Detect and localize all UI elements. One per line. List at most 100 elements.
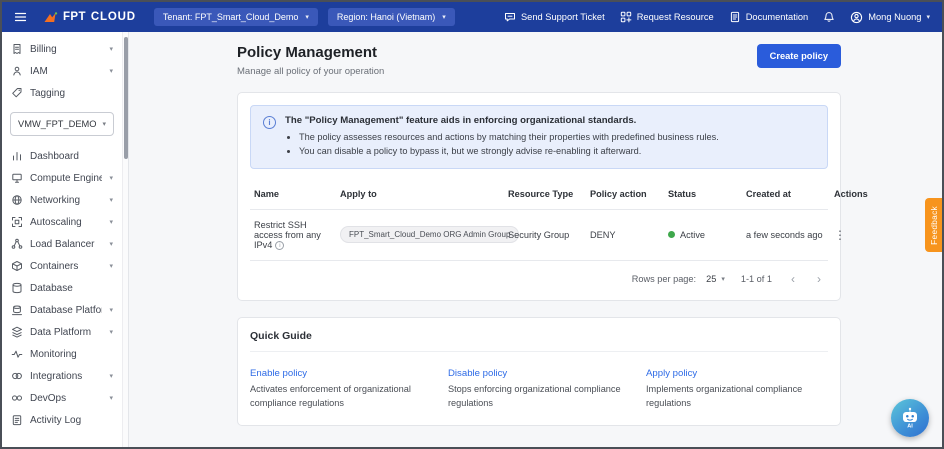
quick-guide-item: Apply policy Implements organizational c… — [646, 363, 828, 411]
monitoring-pulse-icon — [11, 348, 23, 360]
info-box-bullets: The policy assesses resources and action… — [299, 130, 719, 159]
hamburger-menu-icon[interactable] — [14, 11, 27, 23]
sidebar-item-label: IAM — [30, 66, 102, 77]
feedback-label: Feedback — [929, 206, 939, 245]
documentation-icon — [729, 11, 741, 23]
sidebar-item-database[interactable]: Database — [2, 277, 122, 299]
project-selector[interactable]: VMW_FPT_DEMO ▾ — [10, 112, 114, 136]
pagination-next-icon[interactable]: › — [814, 272, 824, 286]
info-box: i The "Policy Management" feature aids i… — [250, 105, 828, 169]
activity-log-icon — [11, 414, 23, 426]
sidebar-item-activity-log[interactable]: Activity Log — [2, 409, 122, 431]
billing-icon — [11, 43, 23, 55]
request-resource-icon — [620, 11, 632, 23]
sidebar-item-monitoring[interactable]: Monitoring — [2, 343, 122, 365]
user-avatar-icon — [850, 11, 863, 24]
disable-policy-link[interactable]: Disable policy — [448, 368, 507, 379]
sidebar-item-label: Monitoring — [30, 349, 113, 360]
caret-down-icon: ▾ — [305, 14, 309, 21]
table-row: Restrict SSH access from any IPv4i FPT_S… — [250, 210, 828, 262]
sidebar-item-integrations[interactable]: Integrations ▾ — [2, 365, 122, 387]
chevron-down-icon: ▾ — [109, 45, 113, 53]
sidebar-item-database-platform[interactable]: Database Platform ▾ — [2, 299, 122, 321]
request-resource-link[interactable]: Request Resource — [620, 11, 714, 23]
table-header-row: Name Apply to Resource Type Policy actio… — [250, 179, 828, 210]
caret-down-icon: ▾ — [721, 276, 725, 283]
column-header-created-at: Created at — [746, 189, 828, 199]
info-bullet: The policy assesses resources and action… — [299, 130, 719, 144]
sidebar-item-load-balancer[interactable]: Load Balancer ▾ — [2, 233, 122, 255]
column-header-name: Name — [254, 189, 334, 199]
sidebar-item-label: Containers — [30, 261, 102, 272]
tenant-selector[interactable]: Tenant: FPT_Smart_Cloud_Demo ▾ — [154, 8, 318, 26]
autoscaling-icon — [11, 216, 23, 228]
sidebar-item-label: Database — [30, 283, 113, 294]
apply-policy-link[interactable]: Apply policy — [646, 368, 697, 379]
fpt-logo-icon — [43, 11, 58, 24]
row-actions-kebab-icon[interactable]: ⋮ — [834, 228, 856, 242]
info-bullet: You can disable a policy to bypass it, b… — [299, 144, 719, 158]
containers-box-icon — [11, 260, 23, 272]
rows-per-page-select[interactable]: 25 ▾ — [706, 274, 725, 284]
sidebar-item-iam[interactable]: IAM ▾ — [2, 60, 122, 82]
create-policy-button[interactable]: Create policy — [757, 44, 841, 68]
policy-card: i The "Policy Management" feature aids i… — [237, 92, 841, 301]
column-header-policy-action: Policy action — [590, 189, 662, 199]
feedback-tab[interactable]: Feedback — [925, 198, 942, 252]
ai-button-label: AI — [907, 424, 913, 430]
disable-policy-description: Stops enforcing organizational complianc… — [448, 383, 630, 411]
column-header-apply-to: Apply to — [340, 189, 502, 199]
region-selector[interactable]: Region: Hanoi (Vietnam) ▾ — [328, 8, 455, 26]
sidebar-item-data-platform[interactable]: Data Platform ▾ — [2, 321, 122, 343]
sidebar-item-compute-engine[interactable]: Compute Engine ▾ — [2, 167, 122, 189]
data-platform-layers-icon — [11, 326, 23, 338]
sidebar-item-networking[interactable]: Networking ▾ — [2, 189, 122, 211]
documentation-link[interactable]: Documentation — [729, 11, 809, 23]
send-support-ticket-link[interactable]: Send Support Ticket — [504, 11, 605, 23]
rows-per-page-value: 25 — [706, 274, 716, 284]
sidebar-item-label: Load Balancer — [30, 239, 102, 250]
status-badge: Active — [680, 230, 705, 240]
sidebar-item-label: Tagging — [30, 88, 113, 99]
page-subtitle: Manage all policy of your operation — [237, 66, 384, 77]
sidebar-item-devops[interactable]: DevOps ▾ — [2, 387, 122, 409]
support-ticket-icon — [504, 11, 516, 23]
quick-guide-item: Disable policy Stops enforcing organizat… — [448, 363, 630, 411]
column-header-actions: Actions — [834, 189, 874, 199]
sidebar-item-billing[interactable]: Billing ▾ — [2, 38, 122, 60]
fpt-cloud-logo[interactable]: FPT CLOUD — [43, 11, 136, 24]
database-icon — [11, 282, 23, 294]
compute-engine-icon — [11, 172, 23, 184]
user-menu[interactable]: Mong Nuong ▾ — [850, 11, 930, 24]
ai-assistant-button[interactable]: AI — [891, 399, 929, 437]
notifications-bell-icon[interactable] — [823, 11, 835, 23]
enable-policy-link[interactable]: Enable policy — [250, 368, 307, 379]
sidebar-item-autoscaling[interactable]: Autoscaling ▾ — [2, 211, 122, 233]
column-header-status: Status — [668, 189, 740, 199]
sidebar-item-label: Activity Log — [30, 415, 113, 426]
info-icon: i — [263, 116, 276, 129]
quick-guide-card: Quick Guide Enable policy Activates enfo… — [237, 317, 841, 426]
table-pagination: Rows per page: 25 ▾ 1-1 of 1 ‹ › — [250, 261, 828, 288]
page-header: Policy Management Manage all policy of y… — [237, 44, 841, 77]
pagination-prev-icon[interactable]: ‹ — [788, 272, 798, 286]
topbar: FPT CLOUD Tenant: FPT_Smart_Cloud_Demo ▾… — [2, 2, 942, 32]
sidebar-item-label: Data Platform — [30, 327, 102, 338]
sidebar-item-tagging[interactable]: Tagging — [2, 82, 122, 104]
sidebar-item-label: DevOps — [30, 393, 102, 404]
ai-robot-icon: AI — [898, 406, 922, 430]
info-icon: i — [275, 241, 284, 250]
sidebar-item-containers[interactable]: Containers ▾ — [2, 255, 122, 277]
created-at-cell: a few seconds ago — [746, 230, 828, 240]
brand-fpt-text: FPT — [63, 11, 86, 23]
quick-guide-item: Enable policy Activates enforcement of o… — [250, 363, 432, 411]
policy-name-cell: Restrict SSH access from any IPv4i — [254, 220, 334, 251]
sidebar-scrollbar-thumb[interactable] — [124, 37, 128, 159]
quick-guide-title: Quick Guide — [250, 330, 828, 352]
sidebar-item-dashboard[interactable]: Dashboard — [2, 145, 122, 167]
status-cell: Active — [668, 230, 740, 240]
chevron-down-icon: ▾ — [109, 306, 113, 314]
rows-per-page-label: Rows per page: — [632, 274, 696, 284]
sidebar-item-label: Networking — [30, 195, 102, 206]
documentation-label: Documentation — [746, 12, 809, 22]
